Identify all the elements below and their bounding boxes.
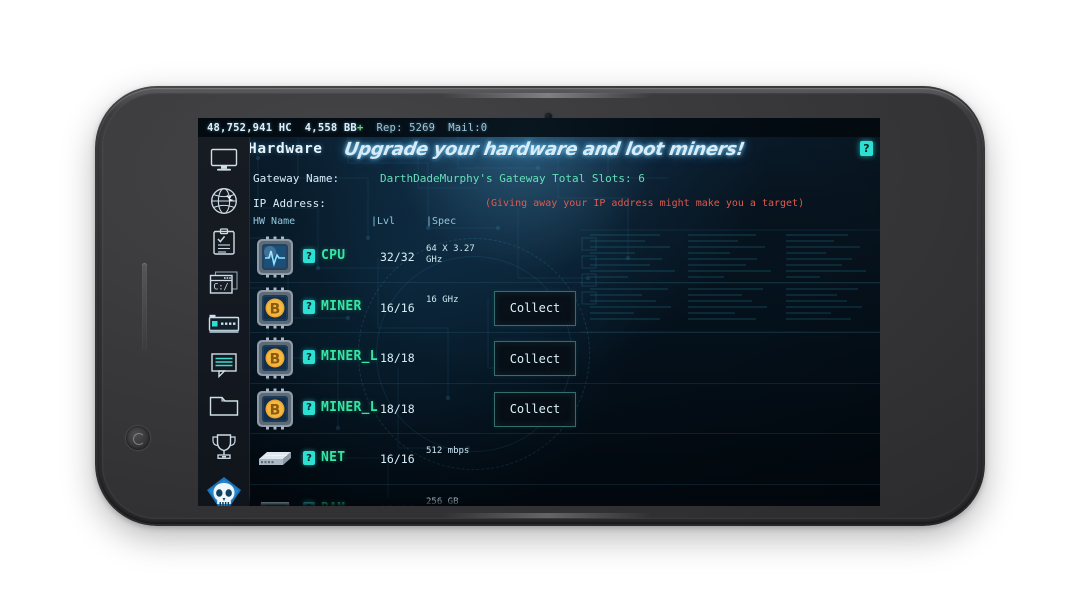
sidebar-item-monitor[interactable] [207,145,241,175]
promo-banner[interactable]: Upgrade your hardware and loot miners! [342,139,766,163]
hardware-name: RAM [321,501,345,507]
gateway-name-row: Gateway Name: DarthDadeMurphy's Gateway … [249,166,880,191]
svg-text:B: B [270,301,281,317]
antenna-line-bottom [442,513,652,518]
page-title: Hardware [248,141,323,157]
cpu-chip-icon [253,235,297,279]
table-row[interactable]: B ? MINER 16/16 16 GHz Collect [249,283,880,333]
collect-button[interactable]: Collect [494,290,576,326]
globe-icon [210,188,237,214]
hardware-name: NET [321,450,346,465]
table-row[interactable]: ? RAM 18/18 256 GB [249,485,880,507]
status-currency-hc: 48,752,941 HC [207,121,292,134]
bitcoin-miner-icon: B [253,286,297,330]
phone-body: 48,752,941 HC 4,558 BB+ Rep: 5269 Mail:0 [102,93,978,519]
network-card-icon [253,437,297,481]
hardware-spec: 512 mbps [426,446,470,456]
sidebar-item-terminal[interactable]: C:/ [207,268,241,298]
hardware-spec: 64 X 3.27 GHz [426,244,475,265]
table-header: HW Name |Lvl |Spec [249,215,880,232]
sidebar-item-internet[interactable] [207,186,241,216]
ip-address-label: IP Address: [253,197,326,210]
bitcoin-miner-icon: B [253,387,297,431]
chat-icon [210,353,237,378]
add-currency-button[interactable]: + [357,122,364,134]
bitcoin-miner-svg: B [257,337,293,379]
sidebar-item-ranking[interactable] [207,432,241,462]
phone-device: 48,752,941 HC 4,558 BB+ Rep: 5269 Mail:0 [95,86,985,526]
volume-button[interactable] [142,263,147,351]
help-icon[interactable]: ? [860,141,873,156]
status-currency-bb-group: 4,558 BB+ [305,122,364,134]
help-icon-miner-l2[interactable]: ? [303,400,315,415]
game-status-bar: 48,752,941 HC 4,558 BB+ Rep: 5269 Mail:0 [198,118,880,137]
hardware-name: CPU [321,248,346,263]
sidebar-item-files[interactable] [207,391,241,421]
collect-button[interactable]: Collect [494,341,576,376]
help-icon-net[interactable]: ? [303,451,315,465]
table-row[interactable]: ? CPU 32/32 64 X 3.27 GHz [249,232,880,283]
hardware-rack-icon [208,314,239,333]
phone-screen: 48,752,941 HC 4,558 BB+ Rep: 5269 Mail:0 [198,118,880,506]
help-icon-cpu[interactable]: ? [303,249,315,263]
hardware-spec: 16 GHz [426,294,459,305]
skull-logo-svg [207,477,241,506]
monitor-icon [210,148,237,171]
table-row[interactable]: ? NET 16/16 512 mbps [249,434,880,485]
gateway-name-label: Gateway Name: [253,172,340,185]
ip-address-row: IP Address: (Giving away your IP address… [249,191,880,216]
terminal-icon: C:/ [209,271,238,294]
bitcoin-miner-svg: B [257,287,293,328]
antenna-line-top [442,93,652,98]
network-card-svg [259,452,291,465]
help-icon-miner-l[interactable]: ? [303,350,315,364]
hardware-spec: 256 GB [426,496,459,507]
table-row[interactable]: B ? MINER_L 18/18 Collect [249,333,880,384]
hardware-name: MINER_L [321,399,378,415]
status-reputation: Rep: 5269 [376,121,436,134]
screenshot-stage: 48,752,941 HC 4,558 BB+ Rep: 5269 Mail:0 [0,0,1080,610]
status-currency-bb: 4,558 BB [304,121,357,134]
collect-button[interactable]: Collect [494,391,576,427]
help-icon-miner[interactable]: ? [303,299,315,314]
table-row[interactable]: B ? MINER_L 18/18 Collect [249,384,880,434]
gateway-name-value: DarthDadeMurphy's Gateway Total Slots: 6 [380,172,645,185]
home-button[interactable] [126,426,150,450]
hardware-level: 16/16 [380,452,415,466]
sidebar-item-chat[interactable] [207,350,241,380]
gateway-info-panel: Gateway Name: DarthDadeMurphy's Gateway … [249,166,880,216]
hardware-name: MINER_L [321,349,378,364]
svg-text:B: B [270,402,281,418]
bitcoin-miner-icon: B [253,336,297,380]
clipboard-icon [212,228,235,255]
hardware-level: 32/32 [380,250,415,264]
column-header-spec: |Spec [426,216,457,227]
ram-chip-icon [253,488,297,506]
bitcoin-miner-svg: B [257,388,293,429]
help-icon-ram[interactable]: ? [303,501,315,506]
trophy-icon [211,434,236,459]
cpu-chip-svg [257,236,293,278]
ram-chip-svg [260,501,290,506]
column-header-name: HW Name [253,216,296,227]
terminal-label: C:/ [213,283,228,293]
column-header-level: |Lvl [371,216,396,227]
svg-text:B: B [270,352,281,368]
hardware-level: 18/18 [380,503,415,507]
sidebar-item-missions[interactable] [207,227,241,257]
page-header: Hardware Upgrade your hardware and loot … [248,137,880,167]
ip-address-warning: (Giving away your IP address might make … [485,198,805,209]
status-mail[interactable]: Mail:0 [448,122,487,134]
sidebar-item-hardware[interactable] [207,309,241,339]
skull-logo-icon[interactable] [206,476,242,506]
folder-icon [209,396,238,416]
hardware-level: 16/16 [380,300,415,315]
hardware-level: 18/18 [380,401,415,416]
hardware-list: ? CPU 32/32 64 X 3.27 GHz B ? MINER 16/1… [249,232,880,506]
hardware-name: MINER [321,298,362,314]
app-sidebar: C:/ [198,137,250,506]
hardware-level: 18/18 [380,351,415,365]
